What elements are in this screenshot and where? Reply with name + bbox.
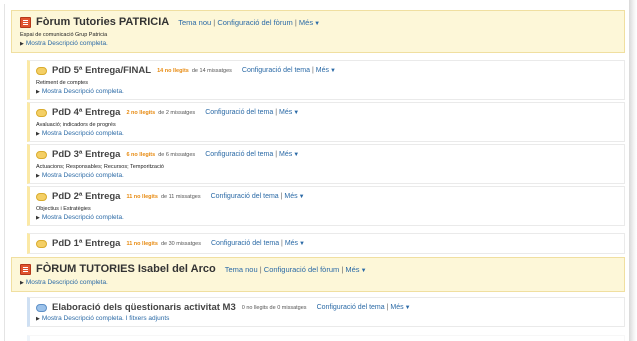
forum-list-frame: Fòrum Tutories PATRICIA Tema nou | Confi…: [4, 4, 629, 341]
topic-title[interactable]: PdD 1ª Entrega: [52, 238, 120, 249]
speech-bubble-icon: [36, 192, 47, 201]
chevron-down-icon: ▼: [360, 267, 367, 274]
topic-settings-link[interactable]: Configuració del tema: [211, 240, 279, 247]
chevron-down-icon: ▼: [293, 152, 300, 158]
forum-header: FÒRUM TUTORIES Isabel del Arco Tema nou …: [11, 257, 625, 292]
topic-row: PdD 4ª Entrega 2 no llegits de 2 missatg…: [27, 102, 625, 142]
chevron-down-icon: ▼: [404, 305, 411, 311]
show-description-link[interactable]: ▶ Mostra Descripció completa.: [36, 214, 618, 222]
topic-links: Configuració del tema | Més▼: [316, 304, 411, 311]
topic-title-row: PdD 4ª Entrega 2 no llegits de 2 missatg…: [36, 106, 618, 119]
message-count: 0 no llegits de 0 missatges: [241, 304, 307, 311]
topic-description: Avaluació; indicadors de progrés: [36, 122, 116, 128]
topic-row: PdD 3ª Entrega 6 no llegits de 6 missatg…: [27, 144, 625, 184]
triangle-right-icon: ▶: [36, 173, 40, 179]
chevron-down-icon: ▼: [329, 68, 336, 74]
speech-bubble-icon: [36, 150, 47, 159]
unread-count[interactable]: 6 no llegits: [126, 152, 155, 158]
topic-links: Configuració del tema | Més▼: [205, 109, 300, 116]
forum-settings-link[interactable]: Configuració del fòrum: [264, 265, 339, 274]
show-description-link[interactable]: ▶ Mostra Descripció completa.: [36, 88, 618, 96]
page-shadow: [629, 0, 637, 341]
chevron-down-icon: ▼: [299, 241, 305, 247]
message-count: de 30 missatges: [160, 240, 201, 247]
chevron-down-icon: ▼: [314, 20, 321, 27]
forum-title-row: FÒRUM TUTORIES Isabel del Arco Tema nou …: [20, 262, 616, 276]
triangle-right-icon: ▶: [36, 89, 40, 95]
forum-links: Tema nou | Configuració del fòrum | Més▼: [224, 264, 367, 274]
new-topic-link[interactable]: Tema nou: [225, 265, 258, 274]
triangle-right-icon: ▶: [36, 316, 40, 322]
topic-links: Configuració del tema | Més▼: [211, 240, 305, 247]
forum-title-row: Fòrum Tutories PATRICIA Tema nou | Confi…: [20, 15, 616, 29]
show-description-link[interactable]: ▶ Mostra Descripció completa.: [20, 40, 616, 48]
more-menu[interactable]: Més▼: [390, 304, 410, 311]
topic-row: Elaboració dels qüestionaris activitat M…: [27, 297, 625, 327]
topic-links: Configuració del tema | Més▼: [210, 193, 305, 200]
forum-header: Fòrum Tutories PATRICIA Tema nou | Confi…: [11, 10, 625, 53]
topic-description: Retiment de comptes: [36, 80, 88, 86]
triangle-right-icon: ▶: [20, 280, 24, 286]
unread-count[interactable]: 11 no llegits: [126, 241, 157, 247]
show-description-link[interactable]: ▶ Mostra Descripció completa.: [20, 279, 616, 287]
message-count: de 11 missatges: [160, 193, 201, 200]
speech-bubble-icon: [36, 108, 47, 117]
topic-title-row: PdD 2ª Entrega 11 no llegits de 11 missa…: [36, 190, 618, 203]
topic-links: Configuració del tema | Més▼: [205, 151, 300, 158]
topic-title-row: PdD 3ª Entrega 6 no llegits de 6 missatg…: [36, 148, 618, 161]
more-menu[interactable]: Més▼: [284, 193, 304, 200]
more-menu[interactable]: Més▼: [299, 18, 320, 27]
forum-title[interactable]: FÒRUM TUTORIES Isabel del Arco: [36, 263, 216, 275]
chevron-down-icon: ▼: [298, 194, 305, 200]
message-count: de 6 missatges: [158, 151, 196, 158]
more-menu[interactable]: Més▼: [316, 67, 336, 74]
forum-icon: [20, 16, 31, 28]
topic-row: PdD 5ª Entrega/FINAL 14 no llegits de 14…: [27, 60, 625, 100]
topic-title[interactable]: PdD 5ª Entrega/FINAL: [52, 65, 151, 76]
unread-count[interactable]: 14 no llegits: [157, 68, 189, 74]
topic-title-row: PdD 5ª Entrega/FINAL 14 no llegits de 14…: [36, 64, 618, 77]
chevron-down-icon: ▼: [293, 110, 300, 116]
topic-settings-link[interactable]: Configuració del tema: [317, 304, 385, 311]
topic-description: Objectius i Estratègies: [36, 206, 91, 212]
speech-bubble-icon: [36, 303, 47, 312]
topic-row: PdD 2ª Entrega 11 no llegits de 11 missa…: [27, 186, 625, 226]
topic-description: Actuacions; Responsables; Recursos; Temp…: [36, 164, 164, 170]
forum-title[interactable]: Fòrum Tutories PATRICIA: [36, 16, 169, 28]
topic-title[interactable]: PdD 3ª Entrega: [52, 149, 120, 160]
new-topic-link[interactable]: Tema nou: [178, 18, 211, 27]
topic-settings-link[interactable]: Configuració del tema: [205, 151, 273, 158]
speech-bubble-icon: [36, 66, 47, 75]
show-description-link[interactable]: ▶ Mostra Descripció completa.: [36, 130, 618, 138]
topic-row-partial: [27, 335, 625, 341]
forum-description: Espai de comunicació Grup Patricia: [20, 32, 108, 38]
topic-title[interactable]: PdD 2ª Entrega: [52, 191, 120, 202]
unread-count[interactable]: 2 no llegits: [126, 110, 155, 116]
topic-title[interactable]: Elaboració dels qüestionaris activitat M…: [52, 302, 236, 313]
more-menu[interactable]: Més▼: [285, 240, 305, 247]
unread-count[interactable]: 11 no llegits: [126, 194, 157, 200]
more-menu[interactable]: Més▼: [345, 265, 366, 274]
forum-icon: [20, 263, 31, 275]
topic-title[interactable]: PdD 4ª Entrega: [52, 107, 120, 118]
speech-bubble-icon: [36, 239, 47, 248]
show-description-link[interactable]: ▶ Mostra Descripció completa. I fitxers a…: [36, 315, 618, 323]
triangle-right-icon: ▶: [36, 215, 40, 221]
topic-links: Configuració del tema | Més▼: [241, 67, 336, 74]
topic-settings-link[interactable]: Configuració del tema: [242, 67, 310, 74]
topic-settings-link[interactable]: Configuració del tema: [211, 193, 279, 200]
show-description-link[interactable]: ▶ Mostra Descripció completa.: [36, 172, 618, 180]
message-count: de 14 missatges: [191, 67, 232, 74]
topic-row: PdD 1ª Entrega 11 no llegits de 30 missa…: [27, 233, 625, 254]
topic-title-row: Elaboració dels qüestionaris activitat M…: [36, 301, 618, 314]
more-menu[interactable]: Més▼: [279, 109, 299, 116]
topic-title-row: PdD 1ª Entrega 11 no llegits de 30 missa…: [36, 237, 618, 250]
more-menu[interactable]: Més▼: [279, 151, 299, 158]
topic-settings-link[interactable]: Configuració del tema: [205, 109, 273, 116]
triangle-right-icon: ▶: [36, 131, 40, 137]
message-count: de 2 missatges: [158, 109, 196, 116]
forum-settings-link[interactable]: Configuració del fòrum: [217, 18, 292, 27]
forum-links: Tema nou | Configuració del fòrum | Més▼: [178, 17, 321, 27]
triangle-right-icon: ▶: [20, 41, 24, 47]
